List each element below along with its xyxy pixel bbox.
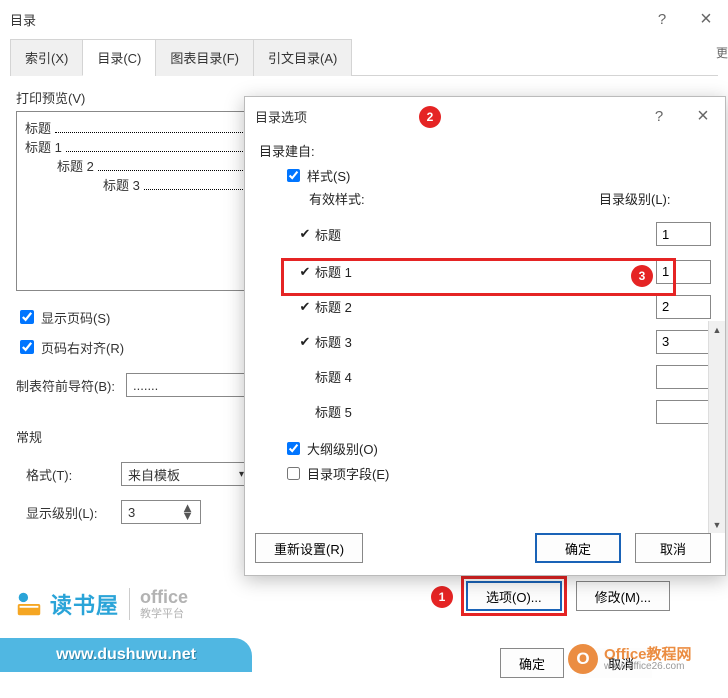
style-row: ✔ 标题 3	[295, 324, 711, 359]
tab-index[interactable]: 索引(X)	[10, 39, 83, 76]
watermark-url: www.dushuwu.net	[0, 638, 252, 672]
toc-level-label: 目录级别(L):	[599, 189, 711, 208]
style-row: 标题 4	[295, 359, 711, 394]
callout-badge-3: 3	[631, 265, 653, 287]
ok-button[interactable]: 确定	[535, 533, 621, 563]
level-input[interactable]	[656, 260, 711, 284]
toc-fields-checkbox[interactable]: 目录项字段(E)	[283, 464, 711, 483]
scroll-down-icon[interactable]: ▼	[709, 516, 725, 533]
style-name: 标题 1	[315, 262, 656, 281]
check-icon: ✔	[295, 299, 315, 315]
check-icon: ✔	[295, 264, 315, 280]
toc-options-dialog: 目录选项 ? × 2 目录建自: 样式(S) 有效样式: 目录级别(L): ✔ …	[244, 96, 726, 576]
style-name: 标题 4	[315, 367, 656, 386]
help-button[interactable]: ?	[640, 3, 684, 35]
tab-leader-label: 制表符前导符(B):	[16, 376, 126, 395]
cancel-button[interactable]: 取消	[635, 533, 711, 563]
scroll-up-icon[interactable]: ▲	[709, 321, 725, 338]
style-name: 标题	[315, 225, 656, 244]
check-icon: ✔	[295, 334, 315, 350]
style-row: 标题 5	[295, 394, 711, 429]
reset-button[interactable]: 重新设置(R)	[255, 533, 363, 563]
preview-line: 标题 3	[103, 175, 140, 194]
check-icon: ✔	[295, 226, 315, 242]
close-button[interactable]: ×	[681, 100, 725, 132]
titlebar: 目录选项 ? ×	[245, 97, 725, 135]
styles-checkbox[interactable]: 样式(S)	[283, 166, 711, 185]
tab-leader-select[interactable]: .......▾	[126, 373, 256, 397]
style-name: 标题 2	[315, 297, 656, 316]
style-row: ✔ 标题 2	[295, 289, 711, 324]
ok-button[interactable]: 确定	[500, 648, 564, 678]
style-name: 标题 5	[315, 402, 656, 421]
tab-citations[interactable]: 引文目录(A)	[253, 39, 352, 76]
styles-list: ✔ 标题 ✔ 标题 1 ✔ 标题 2 ✔ 标题 3 标题 4	[295, 214, 711, 429]
preview-line: 标题 1	[25, 137, 62, 156]
watermark-office: office 教学平台	[140, 588, 188, 620]
watermark-office26: O Office教程网 www.office26.com	[568, 644, 692, 674]
format-label: 格式(T):	[26, 465, 121, 484]
show-levels-label: 显示级别(L):	[26, 503, 121, 522]
book-logo-icon	[14, 589, 44, 619]
modify-button[interactable]: 修改(M)...	[576, 581, 670, 611]
tab-strip: 索引(X) 目录(C) 图表目录(F) 引文目录(A)	[10, 38, 718, 76]
level-input[interactable]	[656, 330, 711, 354]
tab-figures[interactable]: 图表目录(F)	[155, 39, 254, 76]
outline-level-checkbox[interactable]: 大纲级别(O)	[283, 439, 711, 458]
style-name: 标题 3	[315, 332, 656, 351]
dialog-title: 目录选项	[255, 107, 307, 126]
watermark-dushuwu: 读书屋 office 教学平台	[14, 588, 188, 620]
level-input[interactable]	[656, 295, 711, 319]
titlebar: 目录 ? ×	[0, 0, 728, 38]
scrollbar[interactable]: ▲ ▼	[708, 321, 725, 533]
close-button[interactable]: ×	[684, 3, 728, 35]
level-input[interactable]	[656, 400, 711, 424]
callout-badge-1: 1	[431, 586, 453, 608]
preview-line: 标题 2	[57, 156, 94, 175]
tab-toc[interactable]: 目录(C)	[82, 39, 156, 76]
level-input[interactable]	[656, 222, 711, 246]
dialog-title: 目录	[10, 10, 36, 29]
office-logo-icon: O	[568, 644, 598, 674]
level-input[interactable]	[656, 365, 711, 389]
style-row: ✔ 标题	[295, 214, 711, 254]
spinner-down-icon[interactable]: ▼	[181, 512, 194, 520]
format-select[interactable]: 来自模板▾	[121, 462, 251, 486]
show-levels-spinner[interactable]: 3 ▲ ▼	[121, 500, 201, 524]
help-button[interactable]: ?	[637, 100, 681, 132]
watermark-text: 读书屋	[50, 588, 119, 620]
preview-line: 标题	[25, 118, 51, 137]
build-from-label: 目录建自:	[259, 141, 711, 160]
callout-badge-2: 2	[419, 106, 441, 128]
options-button[interactable]: 选项(O)...	[466, 581, 562, 611]
edge-text: 更	[716, 44, 728, 61]
valid-styles-label: 有效样式:	[309, 189, 599, 208]
